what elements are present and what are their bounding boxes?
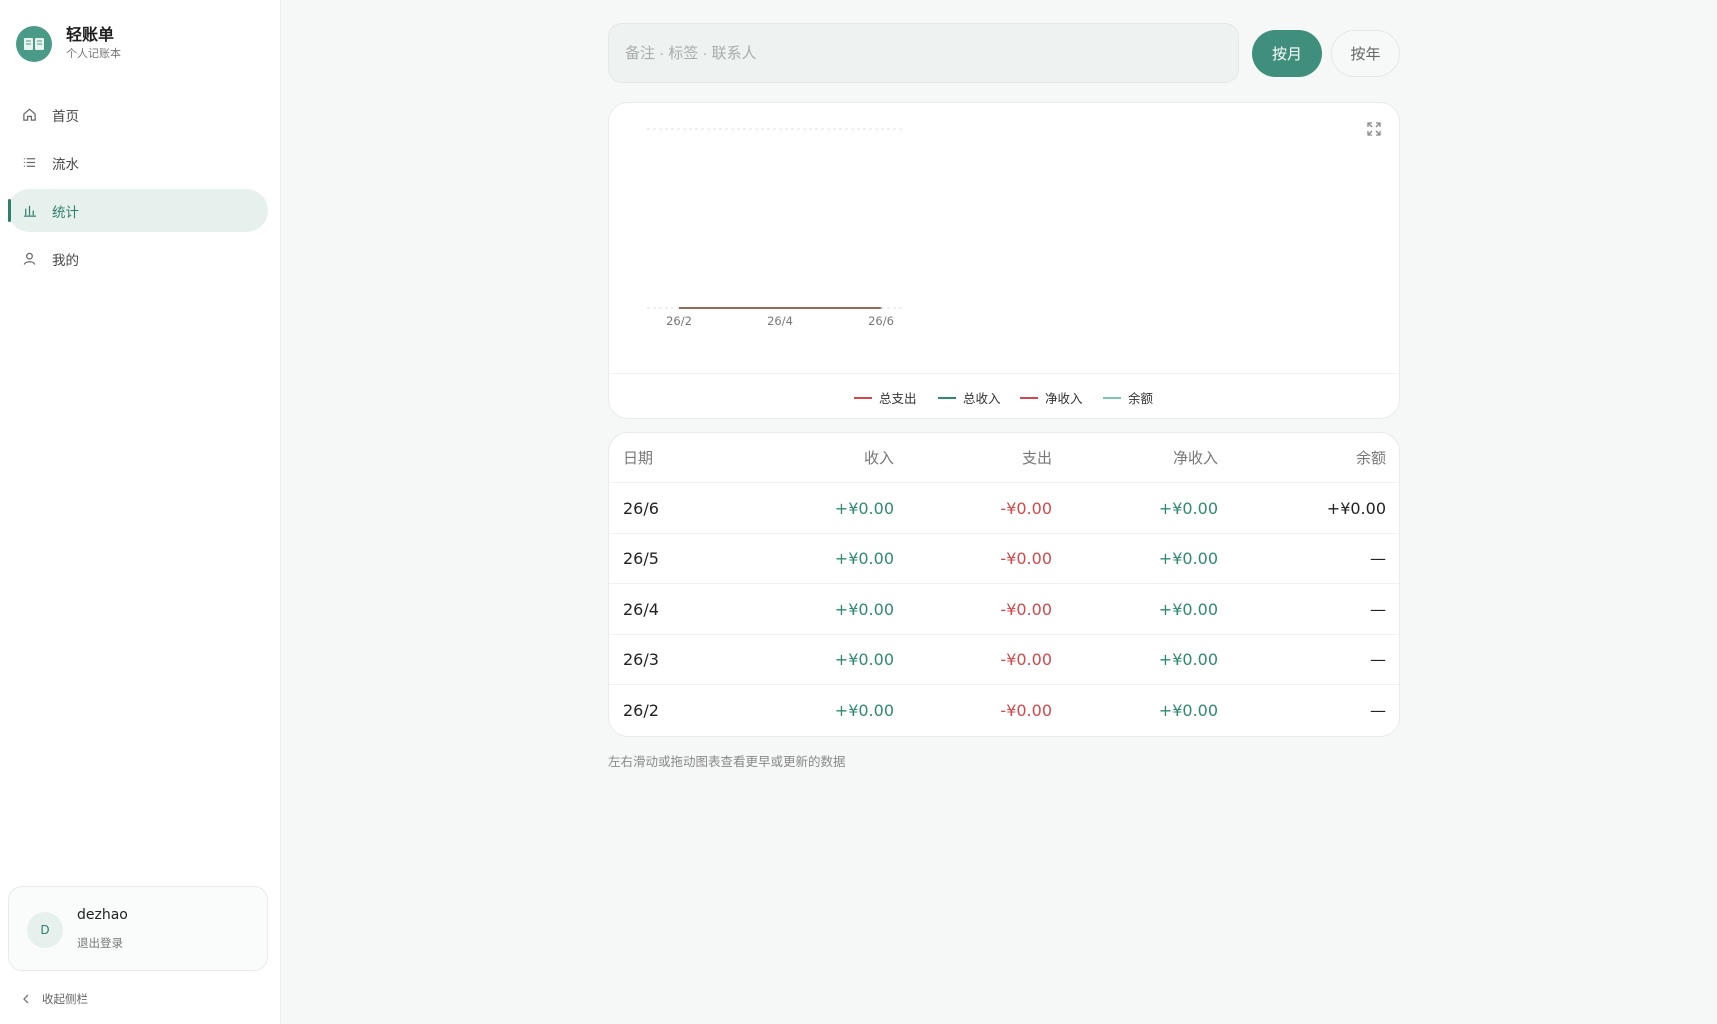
cell-date: 26/6 [623,499,659,518]
legend-item-expense[interactable]: 总支出 [854,388,917,407]
table-row[interactable]: 26/6 +¥0.00 -¥0.00 +¥0.00 +¥0.00 [609,484,1399,534]
cell-income: +¥0.00 [834,499,894,518]
table-row[interactable]: 26/5 +¥0.00 -¥0.00 +¥0.00 — [609,534,1399,584]
app-subtitle: 个人记账本 [66,47,121,60]
x-tick-label: 26/2 [666,314,692,328]
user-icon [22,251,38,267]
x-tick-label: 26/6 [868,314,894,328]
legend-label: 总收入 [963,391,1001,406]
chevron-left-icon [22,994,30,1004]
sidebar-item-home[interactable]: 首页 [8,93,268,136]
cell-balance: — [1370,650,1386,669]
cell-expense: -¥0.00 [1000,499,1052,518]
cell-expense: -¥0.00 [1000,650,1052,669]
chart-hint: 左右滑动或拖动图表查看更早或更新的数据 [608,754,846,769]
legend-label: 净收入 [1045,391,1083,406]
app-title: 轻账单 [66,25,115,44]
cell-net: +¥0.00 [1158,701,1218,720]
cell-net: +¥0.00 [1158,499,1218,518]
home-icon [22,107,38,123]
by-month-button[interactable]: 按月 [1252,30,1322,77]
sidebar-item-transactions[interactable]: 流水 [8,141,268,184]
cell-date: 26/4 [623,600,659,619]
cell-income: +¥0.00 [834,600,894,619]
table-row[interactable]: 26/3 +¥0.00 -¥0.00 +¥0.00 — [609,635,1399,685]
cell-expense: -¥0.00 [1000,549,1052,568]
logout-link[interactable]: 退出登录 [77,935,123,951]
fullscreen-icon[interactable] [1366,121,1384,139]
stats-line-chart[interactable]: 26/2 26/4 26/6 [609,103,1400,373]
brand[interactable]: 轻账单 个人记账本 [16,25,121,62]
legend-label: 余额 [1128,391,1154,406]
sidebar: 轻账单 个人记账本 首页 流水 统计 我的 D dezhao 退出登录 收起侧栏 [0,0,281,1024]
sidebar-nav: 首页 流水 统计 我的 [8,93,268,285]
sidebar-item-label: 流水 [52,156,79,173]
cell-balance: +¥0.00 [1326,499,1386,518]
header-date: 日期 [623,449,654,467]
cell-date: 26/2 [623,701,659,720]
user-card: D dezhao 退出登录 [8,886,268,971]
cell-income: +¥0.00 [834,701,894,720]
table-row[interactable]: 26/4 +¥0.00 -¥0.00 +¥0.00 — [609,585,1399,635]
user-name: dezhao [77,907,128,923]
cell-expense: -¥0.00 [1000,600,1052,619]
legend-item-net[interactable]: 净收入 [1020,388,1083,407]
sidebar-item-label: 我的 [52,252,79,269]
cell-income: +¥0.00 [834,650,894,669]
cell-net: +¥0.00 [1158,600,1218,619]
sidebar-item-label: 首页 [52,108,79,125]
sidebar-item-label: 统计 [52,204,79,221]
list-icon [22,155,38,171]
header-income: 收入 [863,449,894,467]
cell-date: 26/3 [623,650,659,669]
collapse-label: 收起侧栏 [42,992,88,1006]
book-icon [16,25,52,62]
search-input[interactable] [608,23,1239,83]
header-expense: 支出 [1021,449,1052,467]
sidebar-item-me[interactable]: 我的 [8,237,268,280]
header-net: 净收入 [1172,449,1218,467]
cell-expense: -¥0.00 [1000,701,1052,720]
chart-legend: 总支出 总收入 净收入 余额 [609,373,1399,418]
cell-balance: — [1370,549,1386,568]
legend-item-balance[interactable]: 余额 [1103,388,1153,407]
header-balance: 余额 [1355,449,1386,467]
stats-table: 日期 收入 支出 净收入 余额 26/6 +¥0.00 -¥0.00 +¥0.0… [608,432,1400,737]
legend-swatch [938,396,956,399]
cell-date: 26/5 [623,549,659,568]
legend-label: 总支出 [879,391,917,406]
chart-card: 26/2 26/4 26/6 总支出 总收入 净收入 余额 [608,102,1400,419]
table-row[interactable]: 26/2 +¥0.00 -¥0.00 +¥0.00 — [609,686,1399,736]
cell-income: +¥0.00 [834,549,894,568]
legend-swatch [1103,396,1121,399]
table-header: 日期 收入 支出 净收入 余额 [609,433,1399,483]
cell-balance: — [1370,600,1386,619]
x-tick-label: 26/4 [767,314,793,328]
legend-swatch [1020,396,1038,399]
avatar[interactable]: D [27,912,63,948]
legend-swatch [854,396,872,399]
sidebar-item-stats[interactable]: 统计 [8,189,268,232]
bar-chart-icon [22,203,38,219]
collapse-sidebar-button[interactable]: 收起侧栏 [22,991,88,1007]
cell-net: +¥0.00 [1158,549,1218,568]
cell-balance: — [1370,701,1386,720]
by-year-button[interactable]: 按年 [1331,30,1400,77]
cell-net: +¥0.00 [1158,650,1218,669]
legend-item-income[interactable]: 总收入 [938,388,1001,407]
